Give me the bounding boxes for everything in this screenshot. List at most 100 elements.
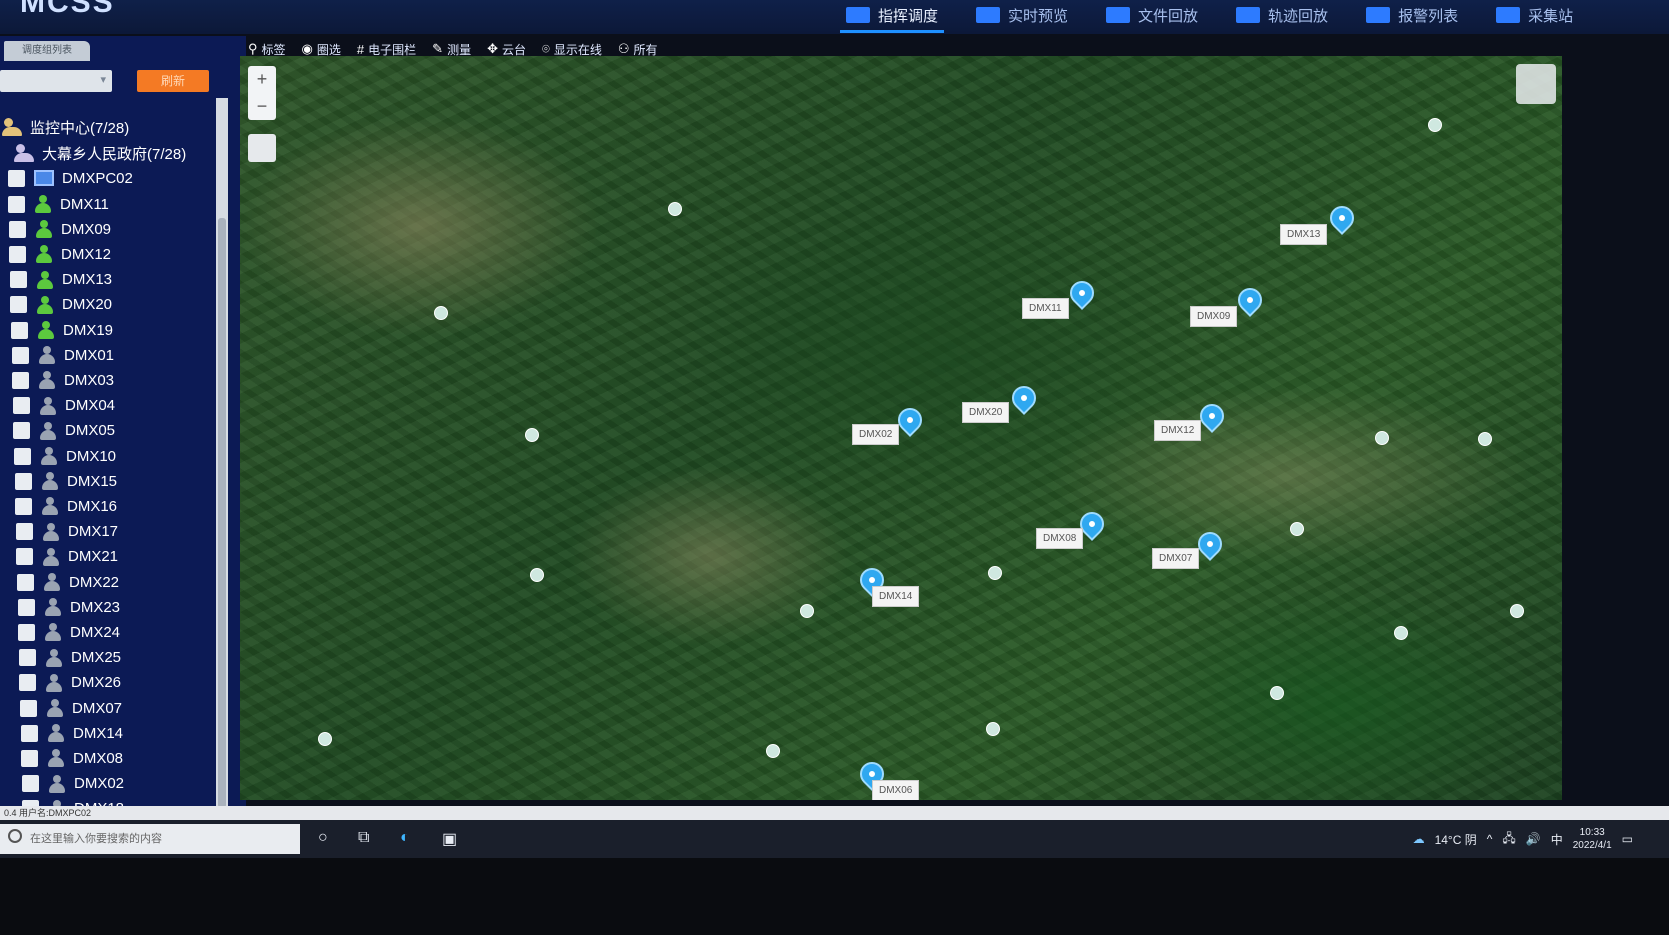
device-row[interactable]: DMX09	[9, 216, 111, 242]
device-row[interactable]: DMX20	[10, 292, 112, 318]
checkbox[interactable]	[10, 271, 27, 289]
device-pin-icon[interactable]	[1007, 381, 1041, 415]
device-row[interactable]: DMX03	[12, 367, 114, 393]
checkbox[interactable]	[21, 724, 38, 742]
checkbox[interactable]	[10, 296, 27, 314]
zoom-out-button[interactable]: −	[248, 93, 276, 120]
device-row[interactable]: DMX26	[19, 670, 121, 696]
checkbox[interactable]	[19, 674, 36, 692]
device-marker-label[interactable]: DMX11	[1022, 298, 1069, 319]
map-layer-button[interactable]	[248, 134, 276, 162]
checkbox[interactable]	[19, 649, 36, 667]
device-marker-label[interactable]: DMX02	[852, 424, 900, 445]
checkbox[interactable]	[18, 623, 35, 641]
checkbox[interactable]	[17, 573, 34, 591]
tree-pc[interactable]: DMXPC02	[8, 165, 133, 191]
tool-all[interactable]: ⚇ 所有	[618, 41, 658, 58]
device-row[interactable]: DMX12	[9, 241, 111, 267]
device-row[interactable]: DMX25	[19, 645, 121, 671]
checkbox[interactable]	[12, 346, 29, 364]
device-row[interactable]: DMX10	[14, 443, 116, 469]
device-row[interactable]: DMX22	[17, 569, 119, 595]
nav-file-playback[interactable]: 文件回放	[1100, 0, 1204, 30]
zoom-in-button[interactable]: +	[248, 66, 276, 93]
checkbox[interactable]	[13, 422, 30, 440]
nav-alarm-list[interactable]: 报警列表	[1360, 0, 1464, 30]
device-row[interactable]: DMX07	[20, 695, 122, 721]
nav-live-preview[interactable]: 实时预览	[970, 0, 1074, 30]
checkbox[interactable]	[11, 321, 28, 339]
notification-icon[interactable]: ▭	[1622, 832, 1633, 846]
nav-track-playback[interactable]: 轨迹回放	[1230, 0, 1334, 30]
tab-dispatch-groups[interactable]: 调度组列表	[4, 41, 90, 61]
device-marker-label[interactable]: DMX08	[1036, 528, 1084, 549]
device-row[interactable]: DMX17	[16, 519, 118, 545]
device-pin-icon[interactable]	[1065, 276, 1099, 310]
checkbox[interactable]	[15, 472, 32, 490]
edge-icon[interactable]: ◐	[400, 829, 410, 847]
device-row[interactable]: DMX23	[18, 594, 120, 620]
sidebar-scrollbar[interactable]	[216, 98, 228, 838]
volume-icon[interactable]: 🔊	[1526, 832, 1541, 846]
device-row[interactable]: DMX19	[11, 317, 113, 343]
checkbox[interactable]	[13, 397, 30, 415]
nav-collection-station[interactable]: 采集站	[1490, 0, 1579, 30]
tree-root[interactable]: 监控中心(7/28)	[2, 114, 129, 140]
checkbox[interactable]	[12, 371, 29, 389]
satellite-map[interactable]: + − DMX13 DMX11 DMX09 DMX20 DMX02 DMX12 DMX08 D…	[240, 56, 1562, 800]
checkbox[interactable]	[22, 775, 39, 793]
map-settings-button[interactable]	[1516, 64, 1556, 104]
checkbox[interactable]	[15, 497, 32, 515]
tool-geofence[interactable]: # 电子围栏	[357, 41, 416, 58]
device-row[interactable]: DMX08	[21, 745, 123, 771]
checkbox[interactable]	[8, 169, 25, 187]
device-marker-label[interactable]: DMX12	[1154, 420, 1202, 441]
tree-group[interactable]: 大幕乡人民政府(7/28)	[14, 140, 186, 166]
app-icon[interactable]: ▣	[442, 829, 457, 849]
device-marker-label[interactable]: DMX20	[962, 402, 1010, 423]
checkbox[interactable]	[9, 220, 26, 238]
checkbox[interactable]	[8, 195, 25, 213]
device-row[interactable]: DMX01	[12, 342, 114, 368]
tool-show-online[interactable]: ⌾ 显示在线	[542, 41, 602, 58]
clock[interactable]: 10:33 2022/4/1	[1573, 826, 1612, 852]
device-row[interactable]: DMX15	[15, 468, 117, 494]
chevron-up-icon[interactable]: ^	[1487, 832, 1493, 846]
checkbox[interactable]	[21, 749, 38, 767]
device-row[interactable]: DMX02	[22, 771, 124, 797]
checkbox[interactable]	[20, 699, 37, 717]
task-view-icon[interactable]: ⧉	[358, 829, 369, 847]
tool-circle-select[interactable]: ◉ 圈选	[302, 41, 341, 58]
refresh-button[interactable]: 刷新	[137, 70, 209, 92]
device-row[interactable]: DMX21	[16, 544, 118, 570]
group-select[interactable]	[0, 70, 112, 92]
checkbox[interactable]	[14, 447, 31, 465]
device-pin-icon[interactable]	[1325, 201, 1359, 235]
device-row[interactable]: DMX04	[13, 393, 115, 419]
taskbar-search[interactable]: 在这里输入你要搜索的内容	[0, 824, 300, 854]
device-row[interactable]: DMX14	[21, 720, 123, 746]
device-row[interactable]: DMX11	[8, 191, 109, 217]
device-marker-label[interactable]: DMX07	[1152, 548, 1200, 569]
weather-text[interactable]: 14°C 阴	[1435, 831, 1477, 848]
checkbox[interactable]	[16, 548, 33, 566]
device-marker-label[interactable]: DMX13	[1280, 224, 1328, 245]
device-row[interactable]: DMX05	[13, 418, 115, 444]
device-marker-label[interactable]: DMX09	[1190, 306, 1238, 327]
tool-label[interactable]: ⚲ 标签	[248, 41, 286, 58]
device-row[interactable]: DMX16	[15, 493, 117, 519]
tool-measure[interactable]: ✎ 测量	[432, 41, 471, 58]
tool-ptz[interactable]: ✥ 云台	[487, 41, 526, 58]
scroll-thumb[interactable]	[218, 218, 226, 808]
device-pin-icon[interactable]	[1233, 283, 1267, 317]
device-row[interactable]: DMX13	[10, 267, 112, 293]
checkbox[interactable]	[18, 598, 35, 616]
device-marker-label[interactable]: DMX06	[872, 780, 920, 800]
device-row[interactable]: DMX24	[18, 619, 120, 645]
nav-dispatch[interactable]: 指挥调度	[840, 0, 945, 33]
checkbox[interactable]	[9, 245, 26, 263]
ime-indicator[interactable]: 中	[1551, 831, 1563, 848]
network-icon[interactable]: 🖧	[1502, 829, 1515, 850]
checkbox[interactable]	[16, 523, 33, 541]
device-marker-label[interactable]: DMX14	[872, 586, 920, 607]
